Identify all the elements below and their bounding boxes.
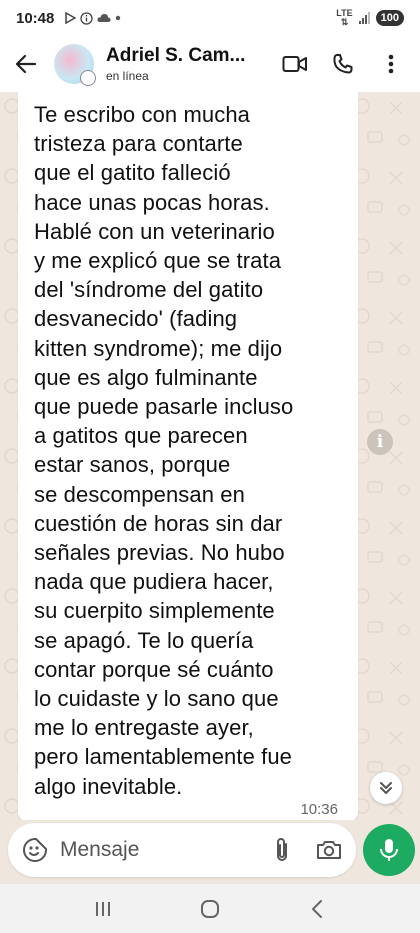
status-bar: 10:48 LTE ⇅ 100 <box>0 0 420 36</box>
nav-back-button[interactable] <box>297 889 337 929</box>
contact-status: en línea <box>106 69 149 83</box>
message-composer <box>8 823 356 877</box>
status-left: 10:48 <box>16 10 121 27</box>
voice-message-button[interactable] <box>363 824 415 876</box>
status-info-icon <box>80 11 94 25</box>
mic-icon <box>380 839 398 861</box>
message-text: Te escribo con mucha tristeza para conta… <box>34 102 294 799</box>
signal-icon <box>358 12 370 24</box>
sticker-icon[interactable] <box>22 837 48 863</box>
back-button[interactable] <box>10 48 42 80</box>
dot-icon <box>116 15 121 21</box>
composer-actions <box>274 837 342 863</box>
video-call-icon <box>282 56 307 72</box>
message-input[interactable] <box>60 838 250 862</box>
header-actions <box>282 51 410 77</box>
video-call-button[interactable] <box>282 51 308 77</box>
home-icon <box>200 899 219 918</box>
recents-button[interactable] <box>83 889 123 929</box>
system-nav-bar <box>0 884 420 933</box>
info-icon[interactable]: i <box>367 429 393 455</box>
battery-indicator: 100 <box>375 10 404 26</box>
status-time: 10:48 <box>16 9 55 27</box>
data-arrows-icon: ⇅ <box>340 17 349 27</box>
chat-area[interactable]: Te escribo con mucha tristeza para conta… <box>0 92 420 820</box>
avatar-badge-icon <box>80 70 96 86</box>
play-icon <box>65 12 77 24</box>
voice-call-button[interactable] <box>330 51 356 77</box>
scroll-to-bottom-button[interactable] <box>370 772 402 804</box>
recents-icon <box>96 901 111 916</box>
home-button[interactable] <box>190 889 230 929</box>
paperclip-icon[interactable] <box>274 837 290 863</box>
cloud-icon <box>97 14 111 22</box>
avatar[interactable] <box>54 44 96 86</box>
nav-back-icon <box>311 899 322 918</box>
contact-name: Adriel S. Cam... <box>106 45 246 66</box>
chevrons-down-icon <box>380 782 392 794</box>
more-vert-icon <box>388 54 394 74</box>
camera-icon[interactable] <box>316 839 342 861</box>
message-bubble[interactable]: Te escribo con mucha tristeza para conta… <box>18 92 358 820</box>
status-right: LTE ⇅ 100 <box>336 9 404 27</box>
back-arrow-icon <box>15 54 37 74</box>
notification-icons <box>64 11 121 25</box>
chat-header: Adriel S. Cam... en línea <box>0 36 420 92</box>
network-indicator: LTE ⇅ <box>336 9 352 27</box>
phone-call-icon <box>333 54 353 74</box>
message-time: 10:36 <box>300 801 338 818</box>
contact-info[interactable]: Adriel S. Cam... en línea <box>106 45 245 83</box>
menu-button[interactable] <box>378 51 404 77</box>
